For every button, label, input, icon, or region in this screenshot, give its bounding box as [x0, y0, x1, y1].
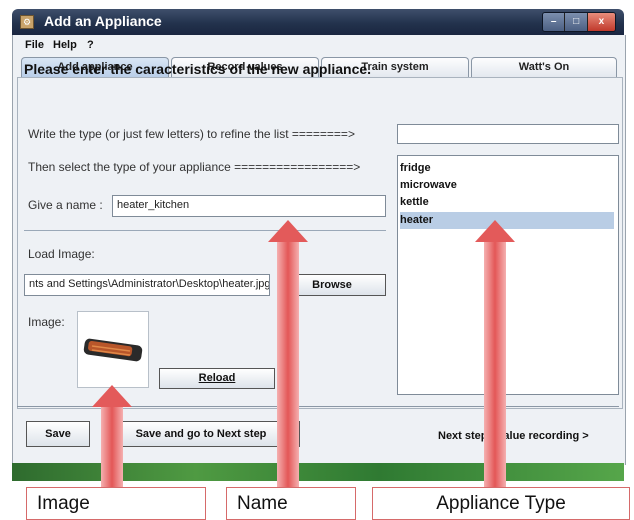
heater-image: [83, 338, 143, 362]
next-step-link[interactable]: Next step : value recording >: [438, 430, 589, 442]
minimize-icon[interactable]: –: [543, 13, 565, 31]
window-title: Add an Appliance: [44, 13, 162, 29]
menu-about[interactable]: ?: [87, 39, 94, 51]
annotation-image: Image: [26, 487, 206, 520]
window-controls: – □ x: [542, 12, 616, 32]
save-button[interactable]: Save: [26, 421, 90, 447]
load-image-label: Load Image:: [28, 247, 95, 261]
app-icon: ⚙: [20, 15, 34, 29]
list-item[interactable]: microwave: [400, 177, 612, 194]
list-item[interactable]: kettle: [400, 194, 612, 211]
menu-help[interactable]: Help: [53, 39, 77, 51]
save-next-button[interactable]: Save and go to Next step: [102, 421, 300, 447]
name-input[interactable]: heater_kitchen: [112, 195, 386, 217]
close-icon[interactable]: x: [586, 13, 615, 31]
select-type-label: Then select the type of your appliance =…: [28, 160, 361, 174]
maximize-icon[interactable]: □: [564, 13, 587, 31]
filter-input[interactable]: [397, 124, 619, 144]
menu-file[interactable]: File: [25, 39, 44, 51]
name-label: Give a name :: [28, 198, 103, 212]
divider: [24, 230, 386, 231]
page-title: Please enter the caracteristics of the n…: [24, 61, 372, 77]
list-item[interactable]: fridge: [400, 160, 612, 177]
image-path-input[interactable]: nts and Settings\Administrator\Desktop\h…: [24, 274, 270, 296]
reload-button[interactable]: Reload: [159, 368, 275, 389]
image-preview: [77, 311, 149, 388]
annotation-name: Name: [226, 487, 356, 520]
filter-label: Write the type (or just few letters) to …: [28, 127, 355, 141]
annotation-appliance-type: Appliance Type: [372, 487, 630, 520]
tab-watts-on[interactable]: Watt's On: [471, 57, 617, 77]
appliance-type-list[interactable]: fridge microwave kettle heater: [397, 155, 619, 395]
title-bar: ⚙ Add an Appliance – □ x: [12, 9, 624, 35]
image-label: Image:: [28, 315, 65, 329]
